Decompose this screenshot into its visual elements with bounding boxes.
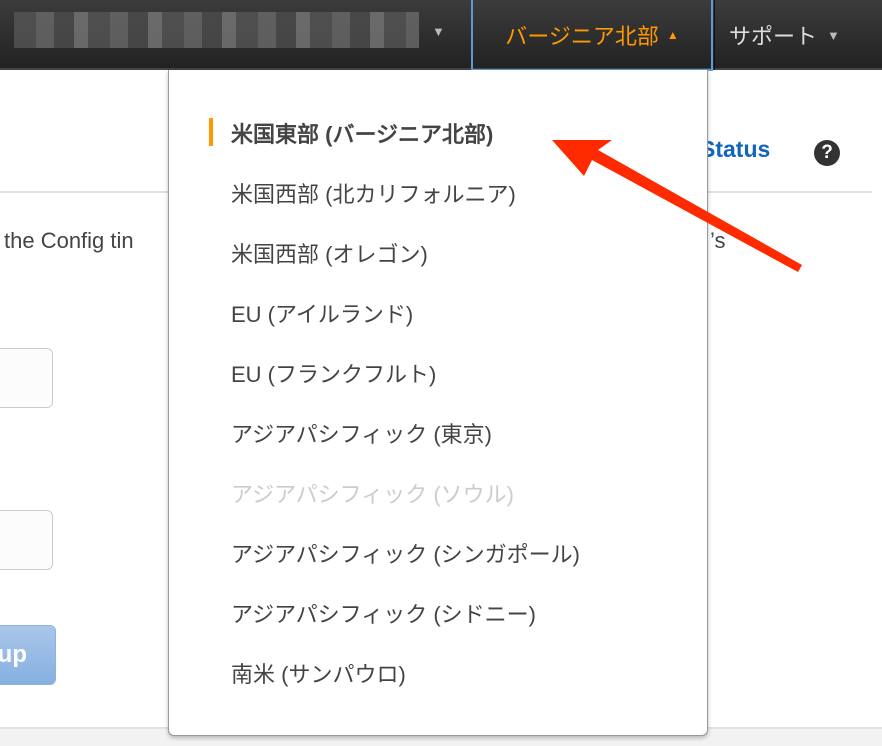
annotation-arrow bbox=[552, 140, 802, 272]
